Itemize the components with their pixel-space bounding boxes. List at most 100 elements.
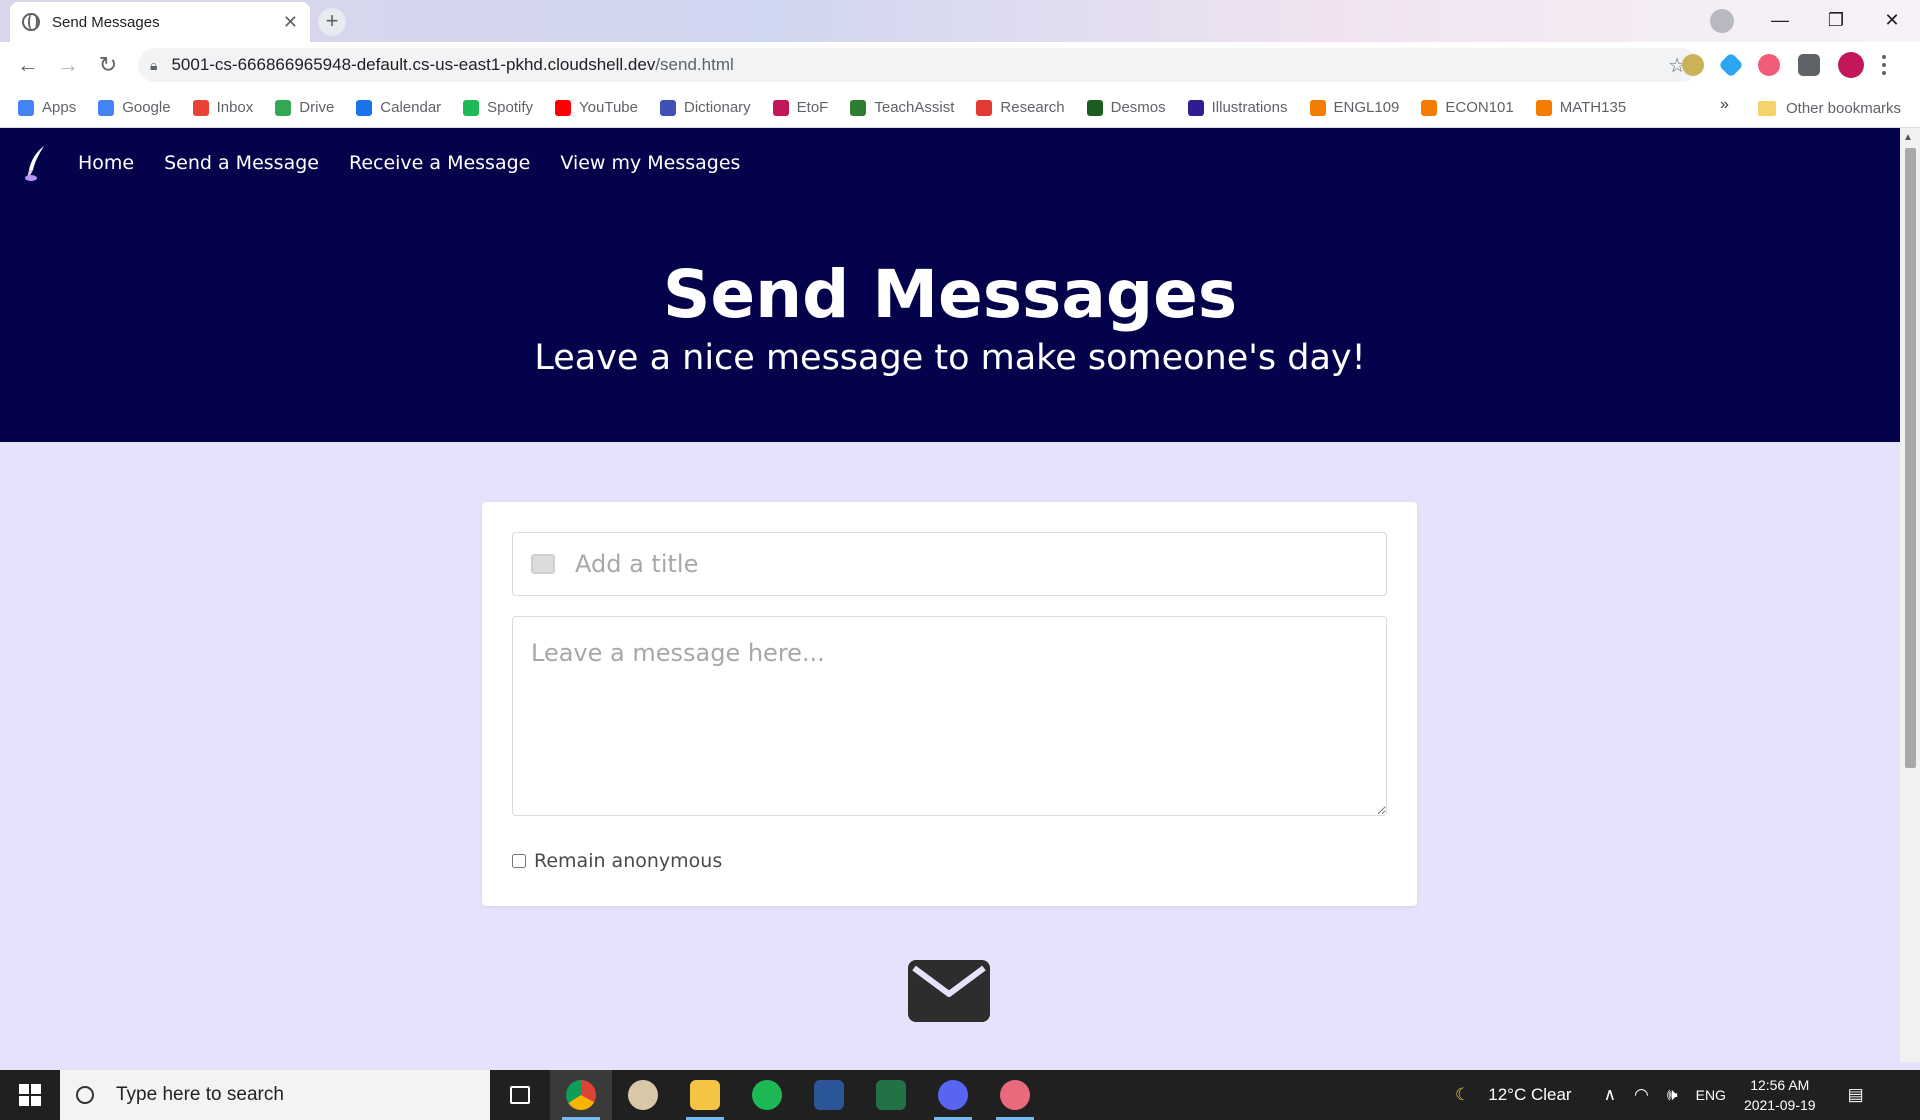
taskbar-chrome[interactable] xyxy=(550,1070,612,1120)
taskbar-discord[interactable] xyxy=(922,1070,984,1120)
bookmark-etof[interactable]: EtoF xyxy=(772,99,828,116)
lock-icon[interactable]: 🔒︎ xyxy=(150,57,157,74)
weather-text[interactable]: 12°C Clear xyxy=(1488,1085,1571,1105)
page-viewport: Home Send a Message Receive a Message Vi… xyxy=(0,128,1900,1062)
search-icon xyxy=(76,1086,94,1104)
url-host: 5001-cs-666866965948-default.cs-us-east1… xyxy=(171,55,656,74)
bookmark-label: YouTube xyxy=(579,99,638,116)
scroll-up-arrow-icon[interactable]: ▲ xyxy=(1903,132,1913,143)
restore-icon[interactable]: ❐ xyxy=(1808,10,1864,31)
menu-kebab-icon[interactable] xyxy=(1882,55,1886,75)
bookmark-label: Illustrations xyxy=(1211,99,1288,116)
more-bookmarks-button[interactable]: » xyxy=(1720,96,1729,114)
volume-icon[interactable]: 🕪︎ xyxy=(1667,1085,1678,1105)
bookmark-favicon-icon xyxy=(18,99,34,116)
forward-arrow-icon[interactable]: → xyxy=(48,52,88,78)
bookmark-favicon-icon xyxy=(659,99,676,116)
taskbar-paint[interactable] xyxy=(612,1070,674,1120)
taskbar-word[interactable] xyxy=(798,1070,860,1120)
taskbar-snipping-tool[interactable] xyxy=(984,1070,1046,1120)
bookmark-label: Dictionary xyxy=(683,99,751,116)
title-input[interactable] xyxy=(575,550,1375,578)
puzzle-extensions-icon[interactable] xyxy=(1798,54,1820,76)
extension-icon[interactable] xyxy=(1758,54,1780,76)
bookmarks-bar: Apps Google Inbox Drive Calendar Spotify YouTu… xyxy=(0,88,1920,128)
nav-receive-message[interactable]: Receive a Message xyxy=(349,152,530,174)
wifi-icon[interactable]: ◠ xyxy=(1634,1085,1649,1105)
bookmark-apps[interactable]: Apps xyxy=(18,99,76,116)
bookmark-favicon-icon xyxy=(976,99,993,116)
taskbar-search-placeholder: Type here to search xyxy=(116,1084,284,1105)
reload-icon[interactable]: ↻ xyxy=(88,52,128,78)
tab-send-messages[interactable]: Send Messages ✕ xyxy=(10,2,310,42)
extensions-area xyxy=(1682,48,1886,82)
extension-icon[interactable] xyxy=(1682,54,1704,76)
new-tab-button[interactable]: + xyxy=(318,8,346,36)
nav-send-message[interactable]: Send a Message xyxy=(164,152,319,174)
hero-banner: Home Send a Message Receive a Message Vi… xyxy=(0,128,1900,442)
taskbar-spotify[interactable] xyxy=(736,1070,798,1120)
nav-view-messages[interactable]: View my Messages xyxy=(560,152,740,174)
bookmark-favicon-icon xyxy=(1421,99,1438,116)
globe-icon xyxy=(22,13,40,31)
bookmark-illustrations[interactable]: Illustrations xyxy=(1187,99,1288,116)
message-textarea[interactable] xyxy=(512,616,1387,816)
anonymous-option[interactable]: Remain anonymous xyxy=(512,850,722,872)
anonymous-checkbox[interactable] xyxy=(512,854,526,868)
scrollbar-thumb[interactable] xyxy=(1905,148,1916,768)
close-window-icon[interactable]: ✕ xyxy=(1864,10,1920,31)
taskbar-clock[interactable]: 12:56 AM 2021-09-19 xyxy=(1744,1075,1816,1115)
language-indicator[interactable]: ENG xyxy=(1696,1087,1726,1103)
folder-icon xyxy=(690,1080,720,1110)
moon-weather-icon: ☾ xyxy=(1455,1085,1471,1104)
address-bar[interactable]: 🔒︎ 5001-cs-666866965948-default.cs-us-ea… xyxy=(138,48,1698,82)
minimize-icon[interactable]: — xyxy=(1752,10,1808,31)
taskbar-excel[interactable] xyxy=(860,1070,922,1120)
bookmark-spotify[interactable]: Spotify xyxy=(463,99,533,116)
taskbar-search-box[interactable]: Type here to search xyxy=(60,1070,490,1120)
nav-home[interactable]: Home xyxy=(78,152,134,174)
extension-icon[interactable] xyxy=(1718,52,1744,78)
clock-time: 12:56 AM xyxy=(1750,1077,1810,1093)
bookmark-inbox[interactable]: Inbox xyxy=(192,99,253,116)
excel-icon xyxy=(876,1080,906,1110)
bookmark-math135[interactable]: MATH135 xyxy=(1535,99,1626,116)
notifications-icon[interactable]: ▤ xyxy=(1848,1085,1864,1105)
tab-search-icon[interactable] xyxy=(1710,9,1734,33)
chrome-icon xyxy=(566,1080,596,1110)
bookmark-favicon-icon xyxy=(463,99,480,116)
other-bookmarks-label: Other bookmarks xyxy=(1786,99,1902,117)
task-view-button[interactable] xyxy=(490,1070,550,1120)
bookmark-label: Spotify xyxy=(487,99,534,116)
bookmark-favicon-icon xyxy=(1187,99,1204,116)
bookmark-engl109[interactable]: ENGL109 xyxy=(1309,99,1400,116)
bookmark-favicon-icon xyxy=(356,99,373,116)
quill-logo-icon[interactable] xyxy=(22,144,48,182)
close-tab-icon[interactable]: ✕ xyxy=(283,12,298,33)
bookmark-calendar[interactable]: Calendar xyxy=(356,99,441,116)
back-arrow-icon[interactable]: ← xyxy=(8,52,48,78)
bookmark-label: ENGL109 xyxy=(1333,99,1400,116)
bookmark-research[interactable]: Research xyxy=(976,99,1065,116)
bookmark-desmos[interactable]: Desmos xyxy=(1086,99,1166,116)
send-envelope-icon[interactable] xyxy=(908,960,990,1022)
bookmark-favicon-icon xyxy=(850,99,867,116)
other-bookmarks-folder[interactable]: Other bookmarks xyxy=(1758,88,1901,128)
window-controls: — ❐ ✕ xyxy=(1752,0,1920,40)
clock-date: 2021-09-19 xyxy=(1743,1097,1816,1113)
bookmark-favicon-icon xyxy=(555,99,572,116)
bookmark-teachassist[interactable]: TeachAssist xyxy=(850,99,954,116)
page-title: Send Messages xyxy=(662,256,1238,333)
profile-avatar[interactable] xyxy=(1838,52,1864,78)
snipping-tool-icon xyxy=(1000,1080,1030,1110)
bookmark-econ101[interactable]: ECON101 xyxy=(1421,99,1514,116)
bookmark-dictionary[interactable]: Dictionary xyxy=(659,99,751,116)
bookmark-google[interactable]: Google xyxy=(98,99,171,116)
bookmark-label: Google xyxy=(122,99,171,116)
bookmark-drive[interactable]: Drive xyxy=(275,99,334,116)
title-field[interactable] xyxy=(512,532,1387,596)
taskbar-file-explorer[interactable] xyxy=(674,1070,736,1120)
chevron-up-icon[interactable]: ∧ xyxy=(1604,1085,1616,1105)
bookmark-youtube[interactable]: YouTube xyxy=(555,99,638,116)
start-button[interactable] xyxy=(0,1070,60,1120)
